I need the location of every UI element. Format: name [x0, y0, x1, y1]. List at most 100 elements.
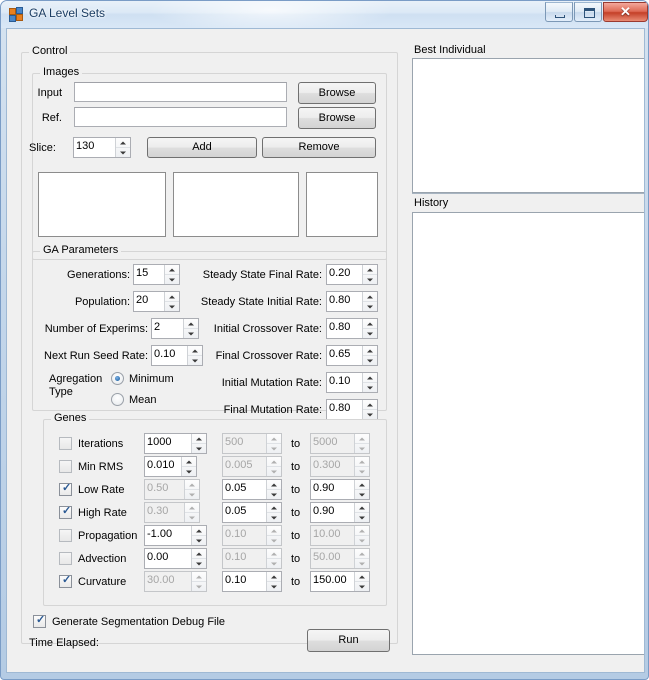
generate-debug-file-checkbox[interactable]: ✓ [33, 615, 46, 628]
gene-fixed-value-high-rate[interactable]: 0.30 [145, 503, 184, 522]
gene-fixed-low-rate-increment[interactable] [185, 480, 199, 489]
gene-min-iterations-increment[interactable] [267, 434, 281, 443]
gene-min-high-rate-decrement[interactable] [267, 512, 281, 522]
gene-min-advection[interactable]: 0.10 [222, 548, 282, 569]
gene-fixed-value-min-rms[interactable]: 0.010 [145, 457, 181, 476]
gene-fixed-min-rms-decrement[interactable] [182, 466, 196, 476]
gene-min-min-rms-increment[interactable] [267, 457, 281, 466]
close-button[interactable]: ✕ [603, 2, 648, 22]
gene-fixed-curvature[interactable]: 30.00 [144, 571, 207, 592]
gene-max-low-rate[interactable]: 0.90 [310, 479, 370, 500]
add-button[interactable]: Add [147, 137, 257, 158]
slice-decrement-button[interactable] [116, 147, 130, 157]
gene-fixed-low-rate[interactable]: 0.50 [144, 479, 200, 500]
gene-min-value-low-rate[interactable]: 0.05 [223, 480, 266, 499]
best-individual-panel[interactable] [412, 58, 644, 193]
gene-max-value-curvature[interactable]: 150.00 [311, 572, 354, 591]
gene-min-curvature-increment[interactable] [267, 572, 281, 581]
remove-button[interactable]: Remove [262, 137, 376, 158]
gene-min-propagation[interactable]: 0.10 [222, 525, 282, 546]
gene-fixed-value-advection[interactable]: 0.00 [145, 549, 191, 568]
gene-min-iterations-decrement[interactable] [267, 443, 281, 453]
gene-min-iterations[interactable]: 500 [222, 433, 282, 454]
gene-checkbox-low-rate[interactable]: ✓ [59, 483, 72, 496]
gene-max-advection[interactable]: 50.00 [310, 548, 370, 569]
run-button[interactable]: Run [307, 629, 390, 652]
initial-crossover-rate-decrement-button[interactable] [363, 328, 377, 338]
maximize-button[interactable] [574, 2, 602, 22]
gene-fixed-iterations-decrement[interactable] [192, 443, 206, 453]
gene-min-curvature-decrement[interactable] [267, 581, 281, 591]
initial-mutation-rate-decrement-button[interactable] [363, 382, 377, 392]
gene-fixed-high-rate[interactable]: 0.30 [144, 502, 200, 523]
gene-min-value-curvature[interactable]: 0.10 [223, 572, 266, 591]
gene-min-propagation-increment[interactable] [267, 526, 281, 535]
gene-fixed-iterations-increment[interactable] [192, 434, 206, 443]
gene-fixed-advection[interactable]: 0.00 [144, 548, 207, 569]
final-crossover-rate-decrement-button[interactable] [363, 355, 377, 365]
gene-min-value-advection[interactable]: 0.10 [223, 549, 266, 568]
preview-box-1[interactable] [38, 172, 166, 237]
gene-min-min-rms-decrement[interactable] [267, 466, 281, 476]
gene-fixed-high-rate-increment[interactable] [185, 503, 199, 512]
input-field[interactable] [74, 82, 287, 102]
gene-min-low-rate[interactable]: 0.05 [222, 479, 282, 500]
steady-state-initial-rate-decrement-button[interactable] [363, 301, 377, 311]
gene-min-high-rate[interactable]: 0.05 [222, 502, 282, 523]
gene-fixed-propagation-increment[interactable] [192, 526, 206, 535]
gene-max-low-rate-decrement[interactable] [355, 489, 369, 499]
gene-max-min-rms[interactable]: 0.300 [310, 456, 370, 477]
steady-state-final-rate-stepper[interactable]: 0.20 [326, 264, 378, 285]
gene-fixed-advection-increment[interactable] [192, 549, 206, 558]
gene-fixed-value-iterations[interactable]: 1000 [145, 434, 191, 453]
gene-fixed-min-rms-increment[interactable] [182, 457, 196, 466]
gene-max-value-iterations[interactable]: 5000 [311, 434, 354, 453]
gene-max-value-low-rate[interactable]: 0.90 [311, 480, 354, 499]
gene-fixed-low-rate-decrement[interactable] [185, 489, 199, 499]
generations-value[interactable]: 15 [134, 265, 164, 284]
steady-state-initial-rate-increment-button[interactable] [363, 292, 377, 301]
final-mutation-rate-increment-button[interactable] [363, 400, 377, 409]
browse-input-button[interactable]: Browse [298, 82, 376, 104]
gene-max-high-rate[interactable]: 0.90 [310, 502, 370, 523]
gene-checkbox-iterations[interactable] [59, 437, 72, 450]
gene-max-curvature[interactable]: 150.00 [310, 571, 370, 592]
gene-min-low-rate-decrement[interactable] [267, 489, 281, 499]
gene-max-propagation[interactable]: 10.00 [310, 525, 370, 546]
gene-checkbox-curvature[interactable]: ✓ [59, 575, 72, 588]
gene-fixed-value-low-rate[interactable]: 0.50 [145, 480, 184, 499]
gene-max-min-rms-decrement[interactable] [355, 466, 369, 476]
gene-max-iterations-decrement[interactable] [355, 443, 369, 453]
population-value[interactable]: 20 [134, 292, 164, 311]
steady-state-final-rate-value[interactable]: 0.20 [327, 265, 362, 284]
aggregation-radio-minimum[interactable] [111, 372, 124, 385]
gene-max-advection-decrement[interactable] [355, 558, 369, 568]
minimize-button[interactable] [545, 2, 573, 22]
gene-min-value-iterations[interactable]: 500 [223, 434, 266, 453]
gene-max-value-advection[interactable]: 50.00 [311, 549, 354, 568]
gene-fixed-min-rms[interactable]: 0.010 [144, 456, 197, 477]
gene-min-propagation-decrement[interactable] [267, 535, 281, 545]
ref-field[interactable] [74, 107, 287, 127]
steady-state-initial-rate-stepper[interactable]: 0.80 [326, 291, 378, 312]
gene-max-value-propagation[interactable]: 10.00 [311, 526, 354, 545]
gene-fixed-value-propagation[interactable]: -1.00 [145, 526, 191, 545]
initial-mutation-rate-value[interactable]: 0.10 [327, 373, 362, 392]
final-crossover-rate-value[interactable]: 0.65 [327, 346, 362, 365]
final-crossover-rate-increment-button[interactable] [363, 346, 377, 355]
gene-checkbox-min-rms[interactable] [59, 460, 72, 473]
slice-stepper[interactable]: 130 [73, 137, 131, 158]
gene-max-high-rate-decrement[interactable] [355, 512, 369, 522]
slice-value[interactable]: 130 [74, 138, 115, 157]
steady-state-initial-rate-value[interactable]: 0.80 [327, 292, 362, 311]
gene-fixed-high-rate-decrement[interactable] [185, 512, 199, 522]
gene-min-high-rate-increment[interactable] [267, 503, 281, 512]
gene-max-iterations-increment[interactable] [355, 434, 369, 443]
preview-box-2[interactable] [173, 172, 299, 237]
gene-checkbox-high-rate[interactable]: ✓ [59, 506, 72, 519]
title-bar[interactable]: GA Level Sets ✕ [1, 1, 648, 28]
history-panel[interactable] [412, 212, 644, 655]
initial-crossover-rate-stepper[interactable]: 0.80 [326, 318, 378, 339]
gene-max-value-high-rate[interactable]: 0.90 [311, 503, 354, 522]
gene-max-iterations[interactable]: 5000 [310, 433, 370, 454]
